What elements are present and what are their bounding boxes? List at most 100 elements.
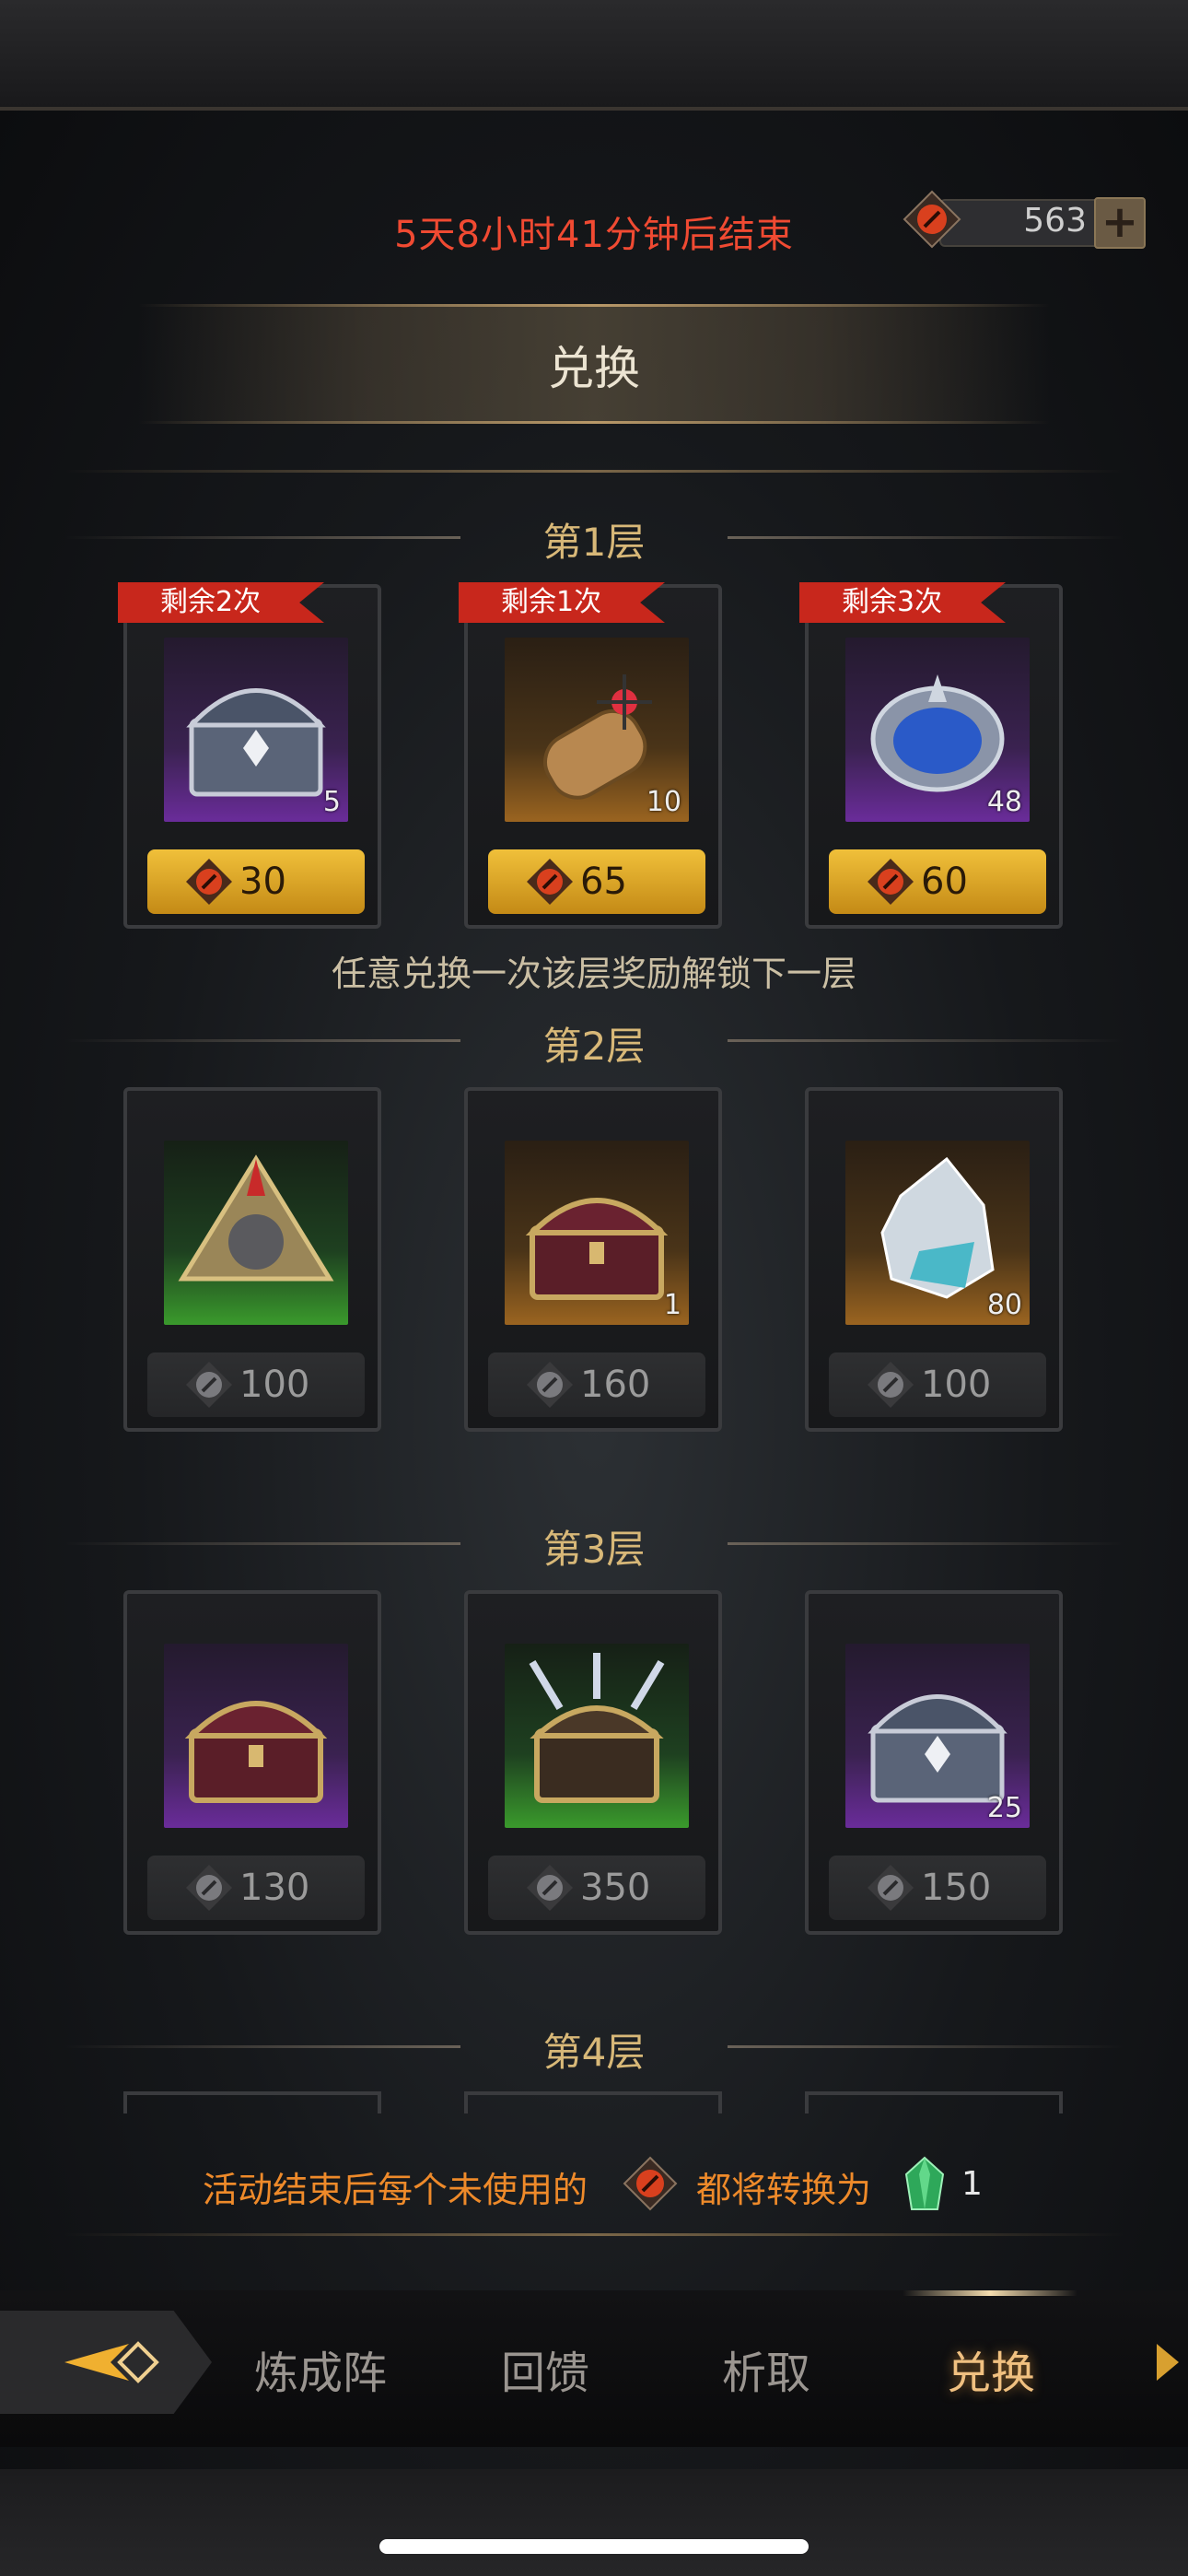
page-title: 兑换 <box>548 342 640 395</box>
tier-line-left <box>64 536 460 539</box>
item-slot: 48 <box>845 638 1030 822</box>
price-amount: 160 <box>580 1364 651 1406</box>
price-amount: 130 <box>239 1867 310 1909</box>
remaining-badge: 剩余1次 <box>459 582 665 623</box>
reward-card[interactable]: 130 <box>123 1590 381 1935</box>
exchange-button[interactable]: 160 <box>488 1352 705 1417</box>
item-quantity: 80 <box>986 1289 1022 1321</box>
item-slot <box>164 1644 348 1828</box>
add-currency-button[interactable]: + <box>1094 197 1146 249</box>
exchange-button[interactable]: 130 <box>147 1856 365 1920</box>
grey-rune-gem-icon <box>527 1865 573 1911</box>
tier-4-label: 第4层 <box>542 2030 646 2075</box>
exchange-button[interactable]: 60 <box>829 849 1046 914</box>
tab-extract[interactable]: 析取 <box>722 2336 810 2401</box>
conversion-amount: 1 <box>961 2165 983 2203</box>
red-rune-gem-icon <box>186 859 232 905</box>
red-rune-gem-icon <box>903 190 961 249</box>
tier-line-left <box>64 1542 460 1545</box>
item-quantity: 25 <box>986 1792 1022 1824</box>
item-quantity: 1 <box>663 1289 681 1321</box>
spiked-chest-icon <box>529 1653 665 1803</box>
price-amount: 350 <box>580 1867 651 1909</box>
grey-rune-gem-icon <box>868 1865 914 1911</box>
reward-card-partial <box>805 2091 1063 2113</box>
top-frame <box>0 0 1188 111</box>
tier-3-label: 第3层 <box>542 1527 646 1572</box>
unlock-hint: 任意兑换一次该层奖励解锁下一层 <box>331 954 856 994</box>
pyramid-relic-icon <box>178 1154 334 1282</box>
title-ornament-top <box>138 304 1050 307</box>
exchange-button[interactable]: 100 <box>147 1352 365 1417</box>
remaining-badge: 剩余2次 <box>118 582 324 623</box>
gold-chest-icon <box>184 1701 328 1803</box>
reward-card[interactable]: 25 150 <box>805 1590 1063 1935</box>
item-slot: 10 <box>505 638 689 822</box>
reward-card[interactable]: 1 160 <box>464 1087 722 1432</box>
exchange-button[interactable]: 150 <box>829 1856 1046 1920</box>
reward-card[interactable]: 10 剩余1次 65 <box>459 582 722 929</box>
bottom-nav: 炼成阵 回馈 析取 兑换 <box>0 2290 1188 2447</box>
grey-rune-gem-icon <box>186 1362 232 1408</box>
price-amount: 30 <box>239 861 286 903</box>
bottom-frame <box>0 2469 1188 2576</box>
back-button[interactable] <box>0 2311 212 2414</box>
tier-line-left <box>64 1039 460 1042</box>
chevron-right-icon[interactable] <box>1157 2344 1179 2381</box>
price-amount: 150 <box>921 1867 992 1909</box>
price-amount: 60 <box>921 861 968 903</box>
tier-line-right <box>728 536 1124 539</box>
tier-1-label: 第1层 <box>542 520 646 565</box>
tab-rewards[interactable]: 回馈 <box>501 2336 589 2401</box>
currency-amount: 563 <box>1023 202 1087 240</box>
item-slot: 1 <box>505 1141 689 1325</box>
title-ornament-bottom <box>138 421 1050 424</box>
tier-2-label: 第2层 <box>542 1024 646 1069</box>
silver-chest-icon <box>186 688 326 797</box>
conversion-text-after: 都将转换为 <box>696 2170 872 2210</box>
item-quantity: 5 <box>322 786 341 818</box>
home-indicator[interactable] <box>379 2539 809 2554</box>
gold-chest-icon <box>525 1198 669 1300</box>
item-slot: 80 <box>845 1141 1030 1325</box>
active-tab-glow <box>903 2290 1077 2296</box>
item-quantity: 48 <box>986 786 1022 818</box>
price-amount: 100 <box>921 1364 992 1406</box>
tier-line-left <box>64 2045 460 2048</box>
tier-line-right <box>728 1039 1124 1042</box>
item-slot: 5 <box>164 638 348 822</box>
reward-card[interactable]: 100 <box>123 1087 381 1432</box>
tab-exchange[interactable]: 兑换 <box>947 2336 1035 2401</box>
grey-rune-gem-icon <box>186 1865 232 1911</box>
reward-card[interactable]: 80 100 <box>805 1087 1063 1432</box>
item-slot <box>164 1141 348 1325</box>
divider <box>64 2233 1124 2236</box>
red-rune-gem-icon <box>527 859 573 905</box>
red-rune-gem-icon <box>623 2156 678 2211</box>
tab-alchemy-circle[interactable]: 炼成阵 <box>254 2336 387 2401</box>
exchange-button[interactable]: 350 <box>488 1856 705 1920</box>
reward-card[interactable]: 350 <box>464 1590 722 1935</box>
price-amount: 100 <box>239 1364 310 1406</box>
price-amount: 65 <box>580 861 627 903</box>
reward-card[interactable]: 48 剩余3次 60 <box>799 582 1063 929</box>
tier-line-right <box>728 1542 1124 1545</box>
remaining-badge: 剩余3次 <box>799 582 1006 623</box>
divider <box>64 470 1124 473</box>
grey-rune-gem-icon <box>868 1362 914 1408</box>
red-rune-gem-icon <box>868 859 914 905</box>
back-arrow-icon <box>64 2341 159 2383</box>
currency-display: 563 + <box>903 190 1151 249</box>
reward-card-partial <box>464 2091 722 2113</box>
exchange-button[interactable]: 100 <box>829 1352 1046 1417</box>
emerald-icon <box>904 2156 945 2210</box>
item-slot: 25 <box>845 1644 1030 1828</box>
tier-line-right <box>728 2045 1124 2048</box>
item-quantity: 10 <box>646 786 681 818</box>
reward-card-partial <box>123 2091 381 2113</box>
exchange-button[interactable]: 65 <box>488 849 705 914</box>
exchange-button[interactable]: 30 <box>147 849 365 914</box>
item-slot <box>505 1644 689 1828</box>
reward-card[interactable]: 5 剩余2次 30 <box>118 582 381 929</box>
conversion-note: 活动结束后每个未使用的 都将转换为 1 <box>0 2156 1188 2211</box>
